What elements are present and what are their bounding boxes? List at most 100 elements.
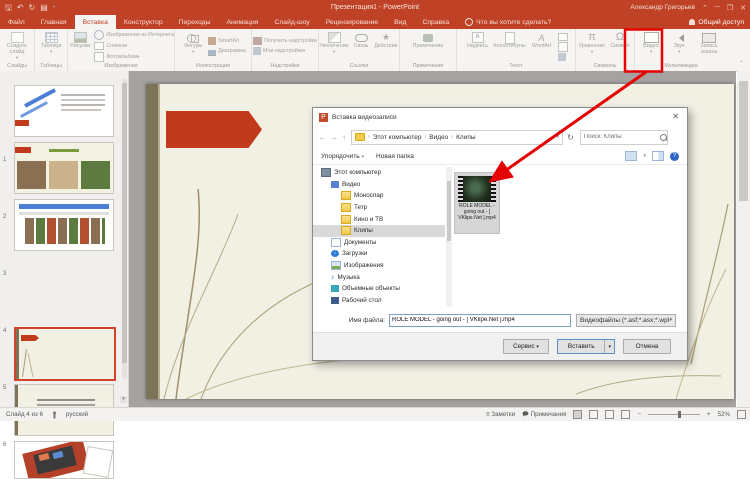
- close-icon[interactable]: ✕: [740, 4, 746, 12]
- share-button[interactable]: Общий доступ: [689, 15, 744, 29]
- tab-design[interactable]: Конструктор: [116, 15, 171, 29]
- tree-item-movies-tv[interactable]: Кино и ТВ: [313, 213, 445, 225]
- normal-view-icon[interactable]: [573, 410, 582, 419]
- tree-item-pictures[interactable]: Изображения: [313, 260, 445, 272]
- slide-thumbnail-4-selected[interactable]: [14, 327, 116, 381]
- tree-item-videos[interactable]: Видео: [313, 179, 445, 191]
- equation-button[interactable]: π Уравнение▾: [578, 31, 606, 54]
- screen-recording-button[interactable]: Запись экрана: [692, 31, 726, 56]
- video-button[interactable]: Видео▾: [636, 31, 666, 54]
- help-icon[interactable]: ?: [670, 152, 679, 161]
- tab-view[interactable]: Вид: [386, 15, 414, 29]
- chart-button[interactable]: Диаграмма: [208, 47, 246, 56]
- tree-item-this-pc[interactable]: Этот компьютер: [313, 167, 445, 179]
- tree-item-3d-objects[interactable]: Объемные объекты: [313, 283, 445, 295]
- view-dropdown-icon[interactable]: ▾: [643, 153, 646, 159]
- tree-item-clips-selected[interactable]: Клипы: [313, 225, 445, 237]
- address-breadcrumb[interactable]: › Этот компьютер › Видео › Клипы ▾: [351, 130, 563, 145]
- back-icon[interactable]: ←: [318, 133, 326, 142]
- insert-split-dropdown-icon[interactable]: ▾: [604, 340, 614, 353]
- zoom-slider[interactable]: [648, 414, 700, 415]
- new-slide-button[interactable]: Создать слайд▾: [0, 31, 34, 60]
- smartart-button[interactable]: SmartArt: [208, 37, 246, 45]
- tree-item-folder[interactable]: Моноспар: [313, 190, 445, 202]
- up-icon[interactable]: ↑: [342, 133, 346, 142]
- video-file-item-selected[interactable]: ROLE MODEL - going out - [ VKlipe.Net ].…: [454, 172, 500, 234]
- crumb-videos[interactable]: Видео: [429, 134, 448, 141]
- audio-button[interactable]: Звук▾: [668, 31, 690, 54]
- tab-home[interactable]: Главная: [33, 15, 75, 29]
- screenshot-button[interactable]: Снимок▾: [94, 42, 174, 50]
- pictures-button[interactable]: Рисунки: [68, 31, 92, 50]
- refresh-icon[interactable]: ↻: [567, 133, 574, 142]
- restore-icon[interactable]: ❐: [727, 4, 733, 12]
- view-mode-icon[interactable]: [625, 151, 637, 161]
- photo-album-button[interactable]: Фотоальбом▾: [94, 52, 174, 62]
- minimize-icon[interactable]: ─: [715, 4, 720, 11]
- filename-input[interactable]: [389, 314, 571, 327]
- insert-button[interactable]: Вставить ▾: [557, 339, 615, 354]
- zoom-level[interactable]: 52%: [718, 411, 730, 418]
- slide-number-icon[interactable]: [558, 42, 568, 52]
- fit-to-window-icon[interactable]: [737, 410, 746, 419]
- zoom-links-button[interactable]: Увеличение▾: [320, 31, 348, 54]
- panel-scroll-down-icon[interactable]: ▾: [120, 396, 127, 403]
- text-box-button[interactable]: A Надпись: [465, 31, 491, 50]
- slideshow-view-icon[interactable]: [621, 410, 630, 419]
- tell-me-box[interactable]: Что вы хотите сделать?: [457, 15, 559, 29]
- tree-item-music[interactable]: ♪Музыка: [313, 271, 445, 283]
- tab-animations[interactable]: Анимация: [219, 15, 267, 29]
- slide-thumbnail-2[interactable]: [14, 142, 114, 194]
- comments-button[interactable]: 🗩 Примечания: [522, 409, 566, 420]
- ribbon-display-options-icon[interactable]: ⌃: [702, 4, 708, 12]
- wordart-button[interactable]: A WordArt: [529, 31, 555, 50]
- tree-item-folder[interactable]: Тетр: [313, 202, 445, 214]
- file-type-dropdown[interactable]: Видеофайлы (*.asf;*.asx;*.wpl;*.w▾: [576, 314, 676, 327]
- cancel-button[interactable]: Отмена: [623, 339, 671, 354]
- forward-icon[interactable]: →: [330, 133, 338, 142]
- address-dropdown-icon[interactable]: ▾: [556, 134, 559, 140]
- date-time-icon[interactable]: [558, 33, 568, 41]
- action-button[interactable]: ★ Действие: [374, 31, 398, 50]
- shapes-button[interactable]: Фигуры▾: [180, 31, 206, 54]
- tools-button[interactable]: Сервис ▾: [503, 339, 549, 354]
- crumb-clips[interactable]: Клипы: [456, 134, 475, 141]
- tree-scrollbar[interactable]: [446, 167, 452, 307]
- symbol-button[interactable]: Ω Символ: [608, 31, 632, 50]
- tab-transitions[interactable]: Переходы: [171, 15, 219, 29]
- tree-item-documents[interactable]: Документы: [313, 237, 445, 249]
- account-name[interactable]: Александр Григорьев: [630, 4, 695, 11]
- tab-slideshow[interactable]: Слайд-шоу: [266, 15, 317, 29]
- dialog-close-icon[interactable]: ✕: [672, 112, 679, 121]
- new-folder-button[interactable]: Новая папка: [376, 153, 414, 160]
- zoom-in-icon[interactable]: +: [707, 411, 711, 418]
- tab-insert[interactable]: Вставка: [75, 15, 116, 29]
- slide-thumbnail-6[interactable]: [14, 441, 114, 479]
- accessibility-icon[interactable]: [51, 411, 58, 419]
- language-indicator[interactable]: русский: [66, 411, 88, 418]
- tree-item-desktop[interactable]: Рабочий стол: [313, 295, 445, 307]
- object-icon[interactable]: [558, 53, 566, 61]
- my-addins-button[interactable]: Мои надстройки▾: [253, 47, 317, 55]
- slide-thumbnail-3[interactable]: [14, 199, 114, 251]
- link-button[interactable]: Связь: [350, 31, 372, 50]
- main-scrollbar[interactable]: [737, 71, 750, 407]
- header-footer-button[interactable]: Колонтитулы: [493, 31, 527, 50]
- tab-file[interactable]: Файл: [0, 15, 33, 29]
- crumb-this-pc[interactable]: Этот компьютер: [373, 134, 422, 141]
- tab-review[interactable]: Рецензирование: [318, 15, 386, 29]
- search-box[interactable]: [580, 130, 668, 145]
- panel-scrollbar[interactable]: [122, 79, 127, 379]
- zoom-out-icon[interactable]: −: [637, 411, 641, 418]
- search-input[interactable]: [581, 134, 658, 140]
- preview-pane-icon[interactable]: [652, 151, 664, 161]
- tab-help[interactable]: Справка: [414, 15, 457, 29]
- get-addins-button[interactable]: Получить надстройки: [253, 37, 317, 45]
- dialog-title-bar[interactable]: P Вставка видеозаписи ✕: [313, 108, 687, 126]
- online-pictures-button[interactable]: Изображения из Интернета: [94, 30, 174, 40]
- reading-view-icon[interactable]: [605, 410, 614, 419]
- comment-button[interactable]: Примечание: [412, 31, 444, 50]
- slide-thumbnail-1[interactable]: [14, 85, 114, 137]
- tree-item-downloads[interactable]: ↓Загрузки: [313, 248, 445, 260]
- slide-sorter-icon[interactable]: [589, 410, 598, 419]
